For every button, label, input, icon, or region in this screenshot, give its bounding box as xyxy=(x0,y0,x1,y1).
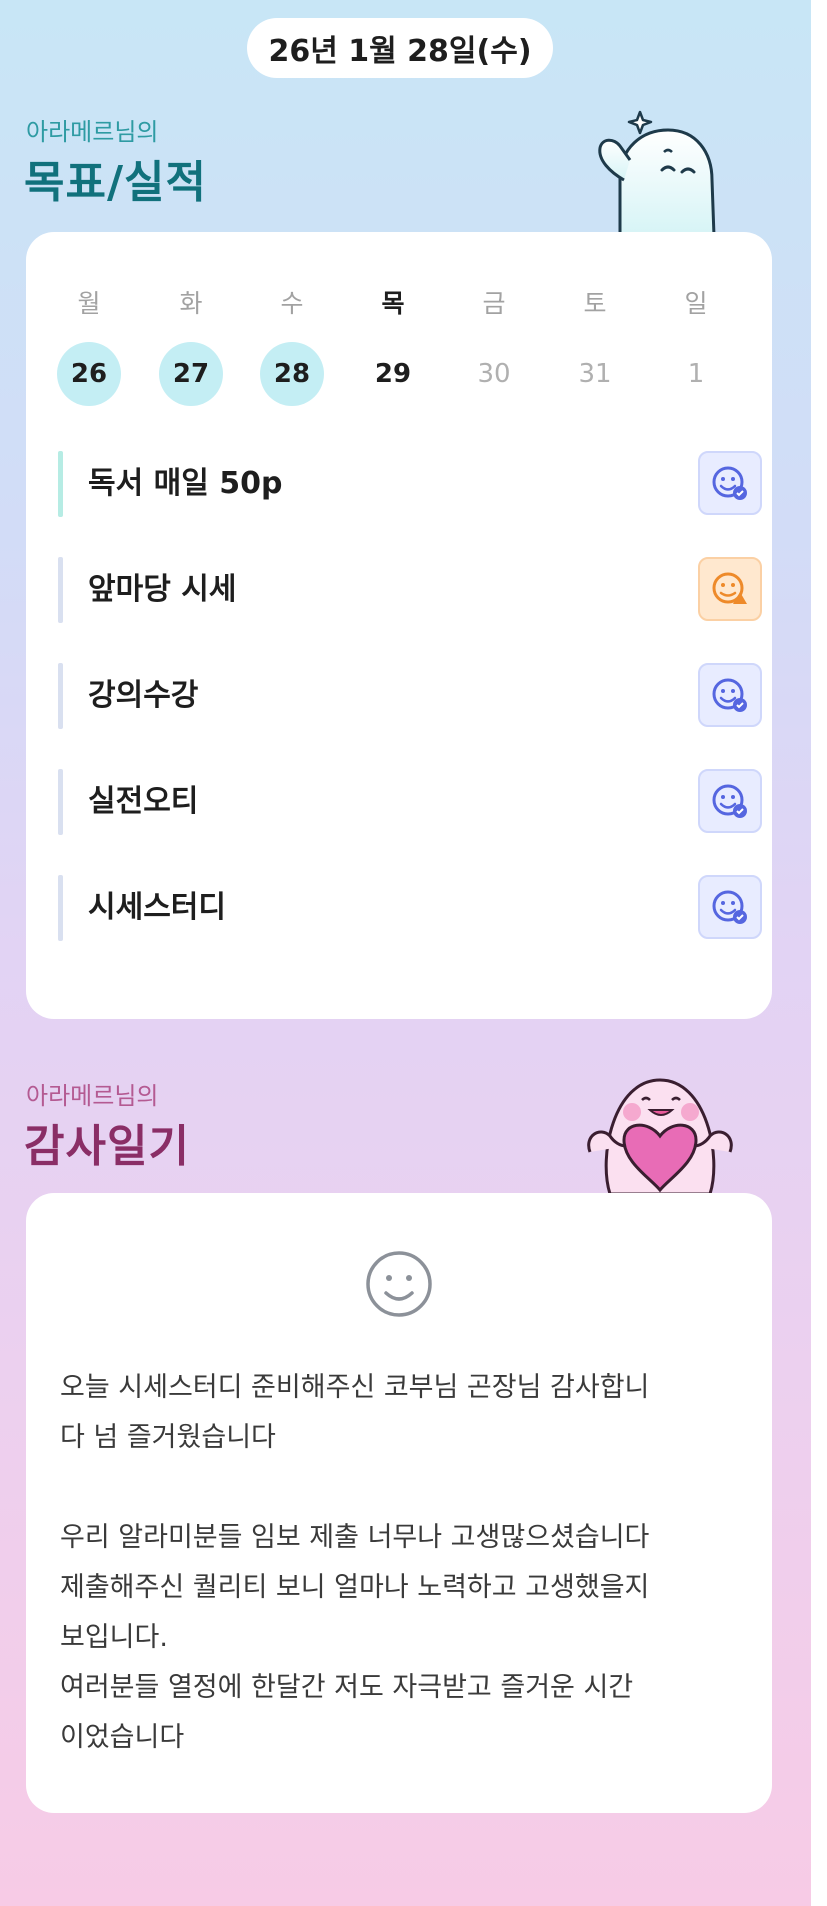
goal-label: 앞마당 시세 xyxy=(88,572,237,607)
diary-subtitle: 아라메르님의 xyxy=(26,1082,159,1110)
weekday-sat: 토 xyxy=(583,289,607,318)
goal-item[interactable]: 독서 매일 50p xyxy=(58,451,762,517)
goal-label: 시세스터디 xyxy=(88,890,226,925)
weekday-fri: 금 xyxy=(482,289,506,318)
goal-bar xyxy=(58,557,63,623)
goal-label: 독서 매일 50p xyxy=(88,466,283,501)
diary-text: 오늘 시세스터디 준비해주신 코부님 곤장님 감사합니 다 넘 즐거웠습니다 우… xyxy=(60,1372,650,1753)
day-29[interactable]: 29 xyxy=(361,342,425,406)
smile-warning-icon[interactable] xyxy=(698,557,762,621)
day-28[interactable]: 28 xyxy=(260,342,324,406)
smile-check-icon[interactable] xyxy=(698,663,762,727)
day-26[interactable]: 26 xyxy=(57,342,121,406)
goal-item[interactable]: 강의수강 xyxy=(58,663,762,729)
weekday-mon: 월 xyxy=(77,289,101,318)
day-30[interactable]: 30 xyxy=(462,342,526,406)
date-label: 26년 1월 28일(수) xyxy=(268,34,532,69)
day-31[interactable]: 31 xyxy=(563,342,627,406)
goal-bar xyxy=(58,769,63,835)
goal-bar xyxy=(58,451,63,517)
goals-subtitle: 아라메르님의 xyxy=(26,118,159,146)
diary-card: 오늘 시세스터디 준비해주신 코부님 곤장님 감사합니 다 넘 즐거웠습니다 우… xyxy=(26,1193,772,1813)
smile-face-icon[interactable] xyxy=(364,1249,434,1319)
screen: 26년 1월 28일(수) 아라메르님의 목표/실적 월 화 수 목 금 토 일 xyxy=(0,0,811,1906)
ghost-mascot-illustration xyxy=(598,110,716,236)
date-selector[interactable]: 26년 1월 28일(수) xyxy=(247,18,553,78)
goal-bar xyxy=(58,663,63,729)
weekday-thu: 목 xyxy=(381,289,405,318)
goal-bar xyxy=(58,875,63,941)
weekday-tue: 화 xyxy=(179,289,203,318)
goal-item[interactable]: 시세스터디 xyxy=(58,875,762,941)
goals-title: 목표/실적 xyxy=(24,157,207,208)
goal-item[interactable]: 앞마당 시세 xyxy=(58,557,762,623)
smile-check-icon[interactable] xyxy=(698,451,762,515)
weekday-wed: 수 xyxy=(280,289,304,318)
goal-label: 강의수강 xyxy=(88,678,199,713)
goal-item[interactable]: 실전오티 xyxy=(58,769,762,835)
diary-title: 감사일기 xyxy=(24,1121,190,1172)
goals-card: 월 화 수 목 금 토 일 26 27 28 29 30 31 1 독서 매일 … xyxy=(26,232,772,1019)
smile-check-icon[interactable] xyxy=(698,875,762,939)
page-margin xyxy=(811,0,827,1906)
weekday-row: 월 화 수 목 금 토 일 xyxy=(26,284,772,324)
date-row: 26 27 28 29 30 31 1 xyxy=(26,342,772,406)
day-27[interactable]: 27 xyxy=(159,342,223,406)
weekday-sun: 일 xyxy=(684,289,708,318)
smile-check-icon[interactable] xyxy=(698,769,762,833)
day-1[interactable]: 1 xyxy=(664,342,728,406)
goal-label: 실전오티 xyxy=(88,784,199,819)
heart-mascot-illustration xyxy=(587,1078,733,1194)
